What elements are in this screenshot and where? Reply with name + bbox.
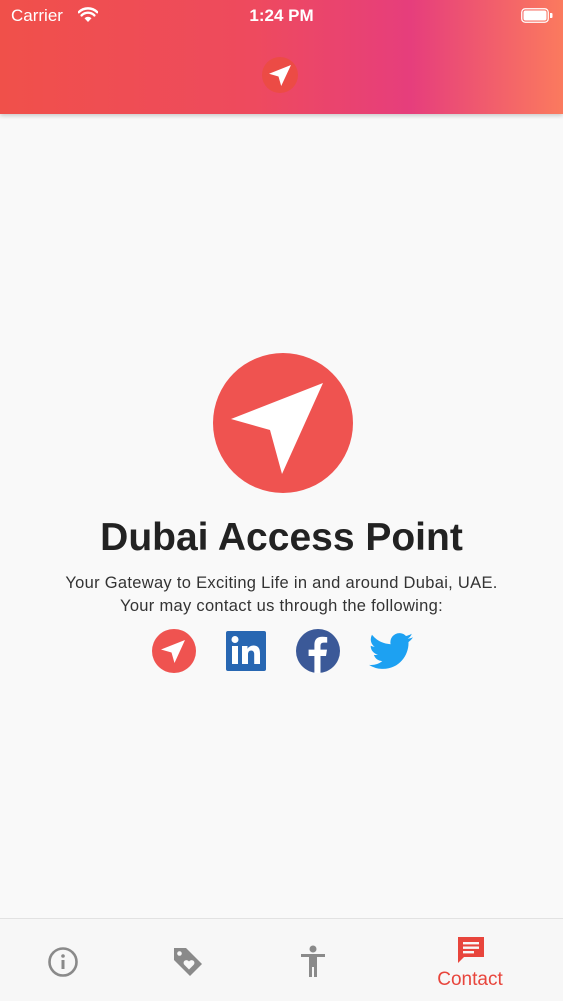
tab-offers[interactable] <box>127 919 247 1001</box>
tab-accessibility[interactable] <box>253 919 373 1001</box>
paper-plane-logo-icon <box>262 57 298 98</box>
facebook-icon[interactable] <box>296 629 340 673</box>
contact-screen: Dubai Access Point Your Gateway to Excit… <box>0 114 563 918</box>
app-logo-icon <box>213 353 353 498</box>
bottom-tab-bar: Contact <box>0 918 563 1001</box>
contact-instructions: Your may contact us through the followin… <box>120 597 443 615</box>
tab-info[interactable] <box>3 919 123 1001</box>
twitter-icon[interactable] <box>368 629 413 673</box>
paper-plane-icon[interactable] <box>152 629 196 673</box>
tagline: Your Gateway to Exciting Life in and aro… <box>65 574 498 592</box>
page-title: Dubai Access Point <box>100 516 463 559</box>
tab-contact-label: Contact <box>437 969 503 990</box>
linkedin-icon[interactable] <box>224 629 268 673</box>
battery-icon <box>521 8 553 28</box>
message-icon <box>458 937 484 963</box>
tag-heart-icon <box>174 948 202 976</box>
clock: 1:24 PM <box>249 6 314 25</box>
status-bar: Carrier 1:24 PM <box>0 0 563 32</box>
info-icon <box>48 947 78 977</box>
tab-contact[interactable]: Contact <box>410 919 530 1001</box>
accessibility-icon <box>301 945 325 977</box>
app-header: Carrier 1:24 PM <box>0 0 563 114</box>
